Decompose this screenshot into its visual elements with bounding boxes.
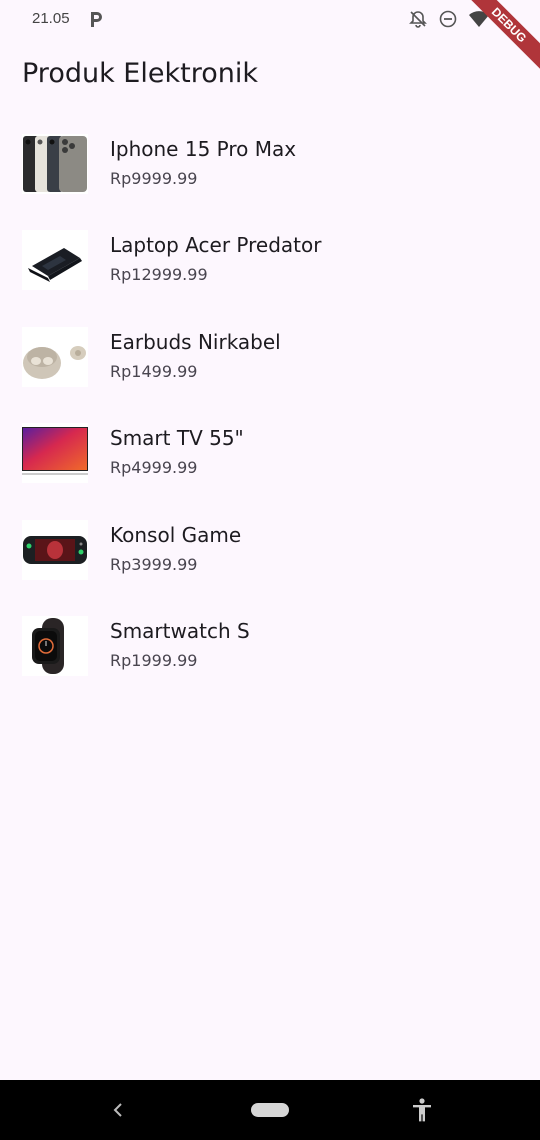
status-bar: 21.05 <box>0 0 540 40</box>
system-nav-bar <box>0 1080 540 1140</box>
debug-label: DEBUG <box>460 0 540 78</box>
list-item[interactable]: Iphone 15 Pro Max Rp9999.99 <box>0 114 540 210</box>
product-price: Rp12999.99 <box>110 265 208 285</box>
back-icon[interactable] <box>108 1098 128 1122</box>
product-price: Rp1999.99 <box>110 650 198 670</box>
home-pill-icon[interactable] <box>251 1103 289 1117</box>
smartwatch-image <box>22 615 88 676</box>
product-name: Smart TV 55" <box>110 426 244 451</box>
page-title: Produk Elektronik <box>22 58 258 89</box>
product-price: Rp3999.99 <box>110 554 198 574</box>
list-item[interactable]: Smart TV 55" Rp4999.99 <box>0 403 540 499</box>
list-item[interactable]: Earbuds Nirkabel Rp1499.99 <box>0 307 540 403</box>
product-price: Rp4999.99 <box>110 458 198 478</box>
accessibility-icon[interactable] <box>410 1097 434 1123</box>
do-not-disturb-icon <box>439 10 457 28</box>
product-price: Rp9999.99 <box>110 169 198 188</box>
earbuds-image <box>22 326 88 387</box>
status-time: 21.05 <box>32 10 70 27</box>
product-name: Earbuds Nirkabel <box>110 329 281 354</box>
product-price: Rp1499.99 <box>110 361 198 381</box>
product-name: Konsol Game <box>110 522 242 547</box>
product-name: Smartwatch S <box>110 618 250 643</box>
product-list: Iphone 15 Pro Max Rp9999.99 Laptop Acer … <box>0 114 540 692</box>
product-name: Iphone 15 Pro Max <box>110 137 297 161</box>
console-image <box>22 519 88 580</box>
product-name: Laptop Acer Predator <box>110 233 322 258</box>
bell-off-icon <box>409 11 427 28</box>
list-item[interactable]: Laptop Acer Predator Rp12999.99 <box>0 210 540 306</box>
tv-image <box>22 423 88 484</box>
debug-banner: DEBUG <box>460 0 540 80</box>
list-item[interactable]: Smartwatch S Rp1999.99 <box>0 596 540 692</box>
iphone-image <box>22 134 88 194</box>
laptop-image <box>22 230 88 291</box>
list-item[interactable]: Konsol Game Rp3999.99 <box>0 500 540 596</box>
app-p-icon <box>91 12 102 27</box>
